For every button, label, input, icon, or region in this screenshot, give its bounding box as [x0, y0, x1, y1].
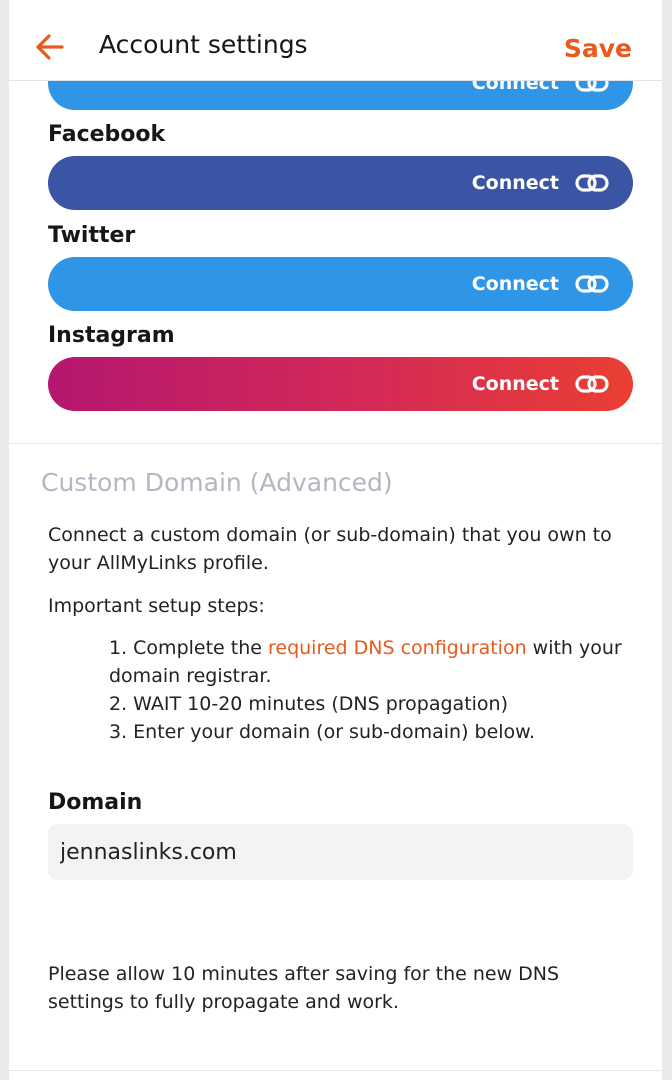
bottom-divider [9, 1070, 662, 1071]
dns-configuration-link[interactable]: required DNS configuration [268, 637, 527, 659]
connect-button-label: Connect [471, 373, 559, 395]
link-icon [575, 375, 609, 393]
arrow-left-icon [36, 34, 64, 60]
instagram-label: Instagram [48, 323, 175, 348]
setup-step-3: 3. Enter your domain (or sub-domain) bel… [109, 721, 536, 743]
save-button[interactable]: Save [564, 34, 632, 63]
twitter-label: Twitter [48, 223, 136, 248]
twitter-connect-button[interactable]: Connect [48, 257, 633, 311]
custom-domain-description: Connect a custom domain (or sub-domain) … [48, 524, 612, 574]
link-icon [575, 174, 609, 192]
page-title: Account settings [99, 30, 308, 59]
connect-button-label: Connect [471, 273, 559, 295]
domain-label: Domain [48, 790, 143, 815]
setup-step-1: 1. Complete the required DNS configurati… [109, 637, 622, 687]
custom-domain-heading: Custom Domain (Advanced) [41, 468, 393, 497]
settings-screen: Account settings Save Connect Facebook C… [9, 0, 662, 1080]
setup-step-2: 2. WAIT 10-20 minutes (DNS propagation) [109, 693, 509, 715]
propagation-note: Please allow 10 minutes after saving for… [48, 963, 560, 1013]
setup-steps-list: 1. Complete the required DNS configurati… [109, 634, 629, 746]
setup-steps-heading: Important setup steps: [48, 595, 265, 617]
link-icon [575, 275, 609, 293]
app-header: Account settings Save [9, 0, 662, 81]
section-divider [9, 443, 662, 444]
facebook-connect-button[interactable]: Connect [48, 156, 633, 210]
instagram-connect-button[interactable]: Connect [48, 357, 633, 411]
back-button[interactable] [35, 33, 65, 61]
domain-input[interactable] [48, 824, 633, 880]
connect-button-label: Connect [471, 172, 559, 194]
facebook-label: Facebook [48, 122, 166, 147]
